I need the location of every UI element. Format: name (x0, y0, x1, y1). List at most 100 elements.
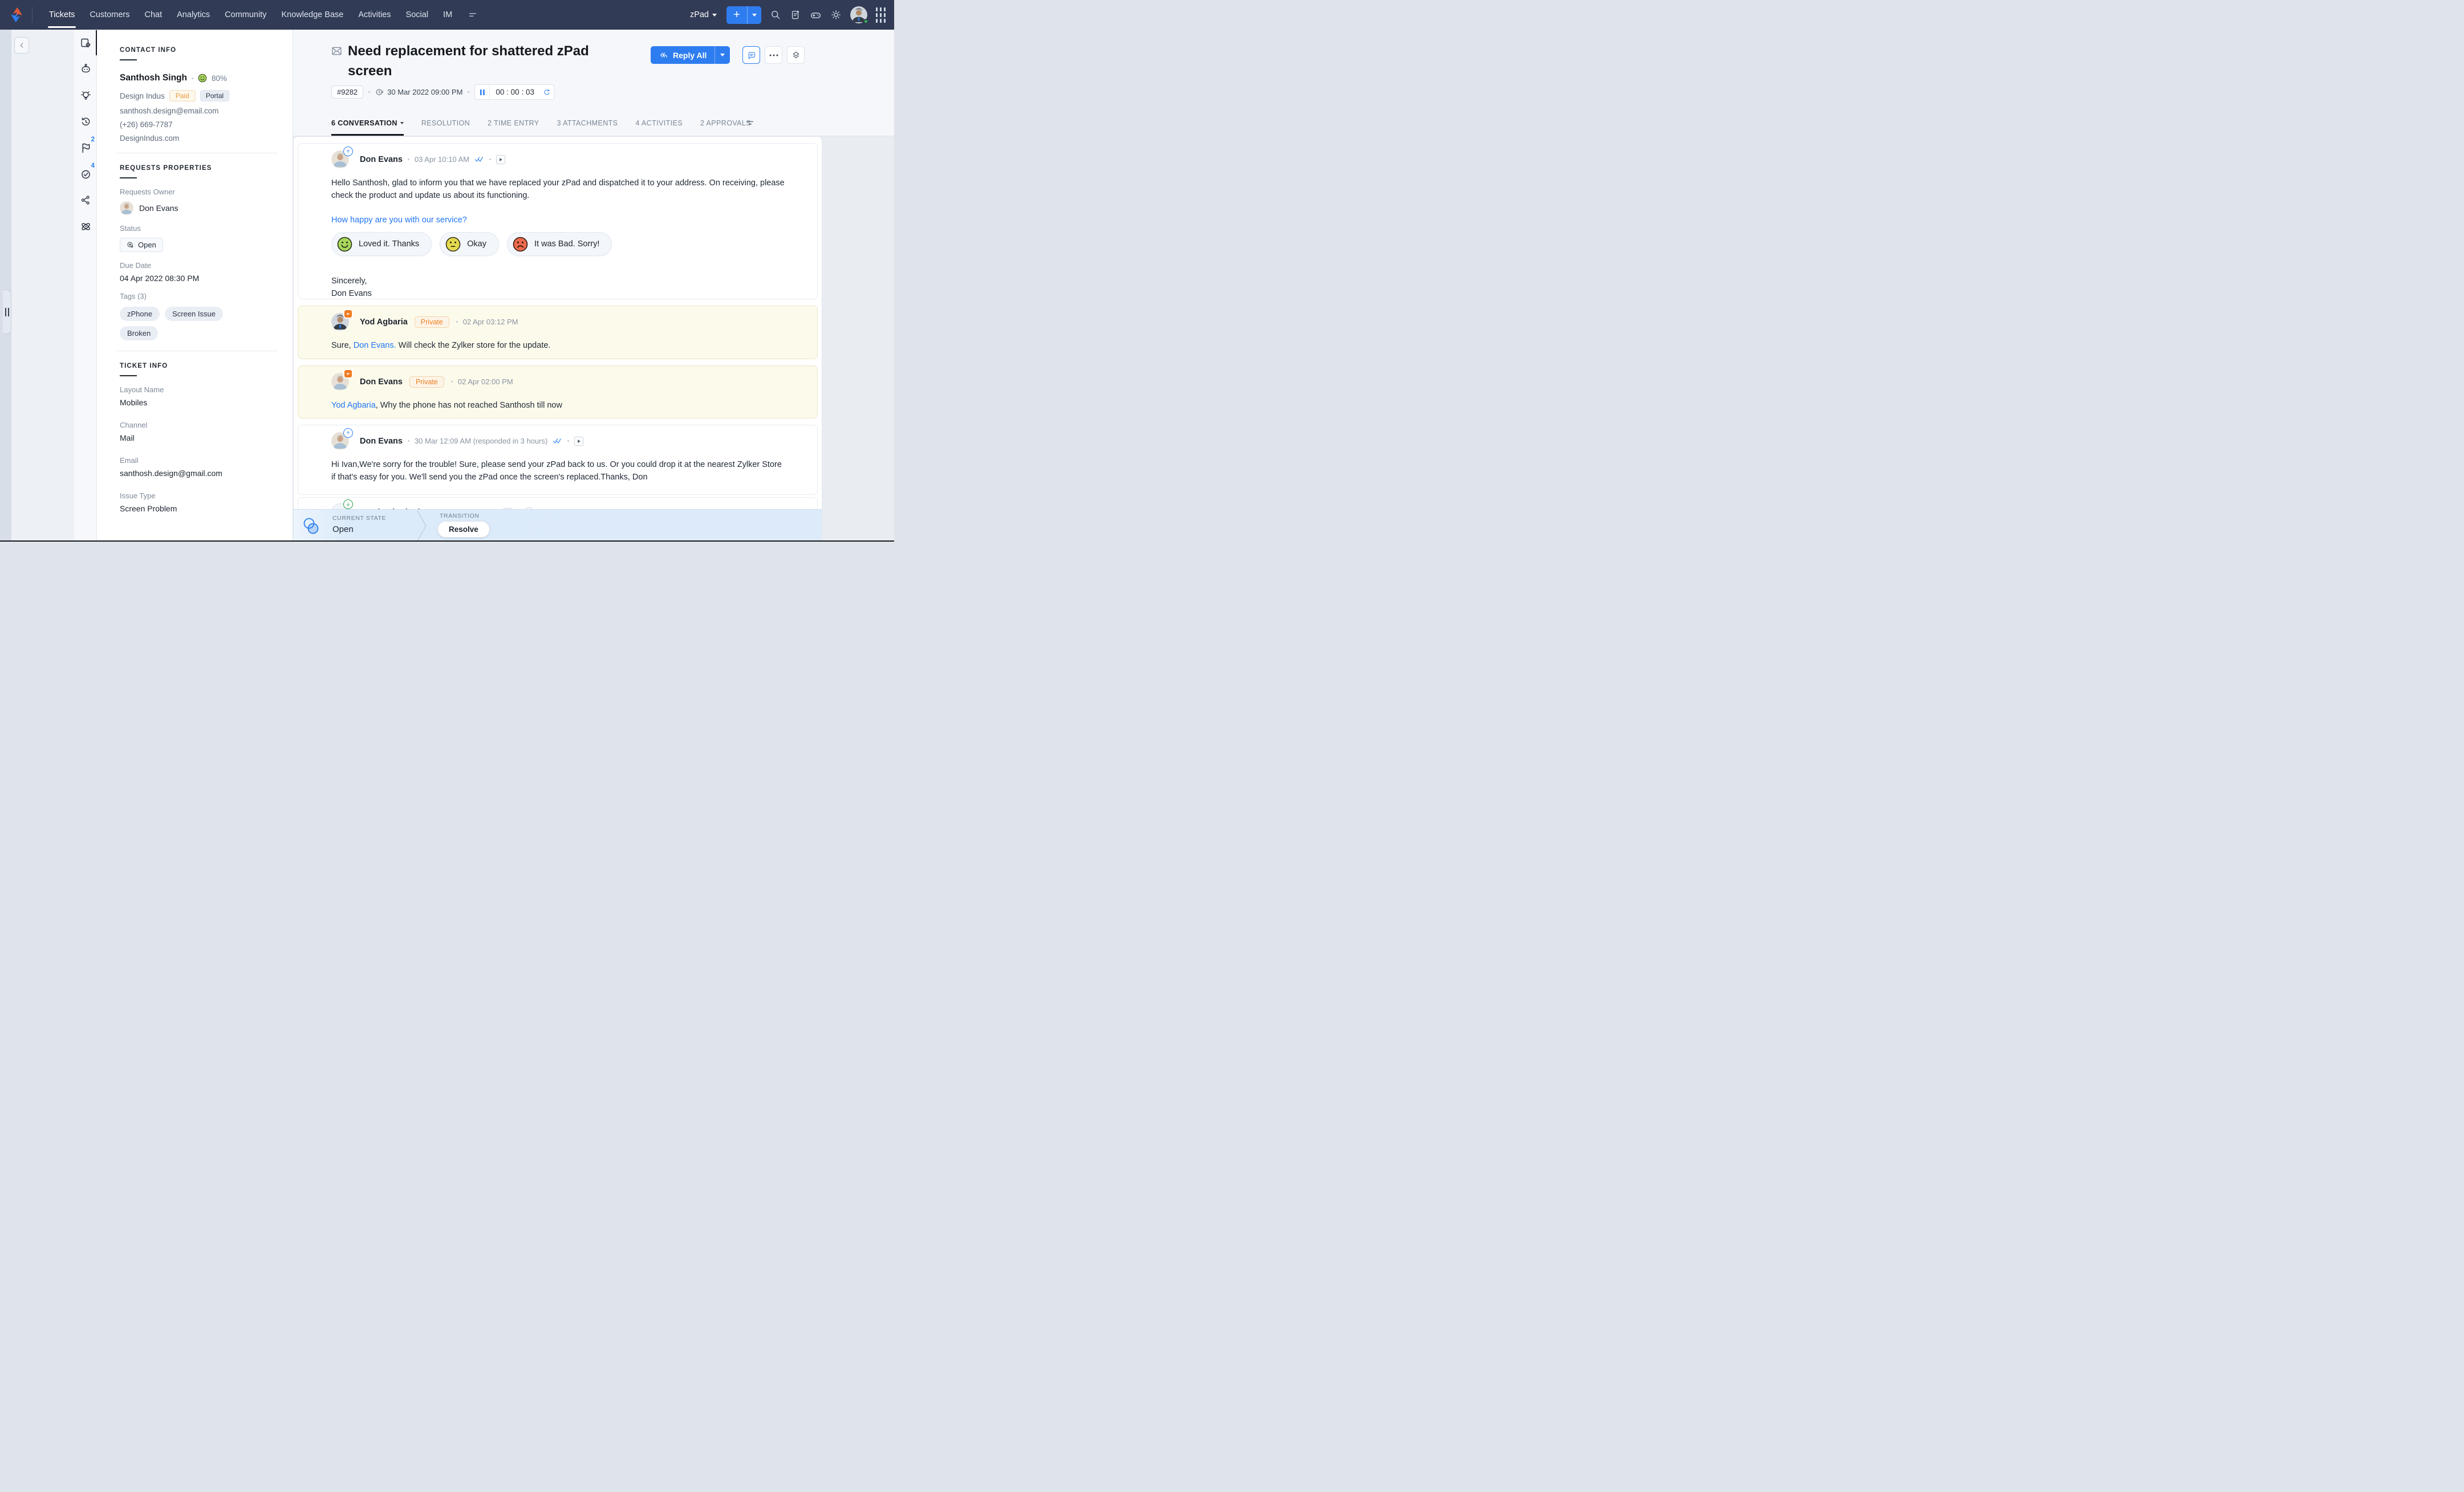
current-state-value: Open (332, 525, 354, 534)
rating-loved-button[interactable]: Loved it. Thanks (331, 232, 432, 256)
tag-pill[interactable]: Broken (120, 326, 158, 340)
nav-item-customers[interactable]: Customers (82, 0, 137, 30)
tab-time-entry[interactable]: 2 TIME ENTRY (488, 119, 539, 136)
brand-logo[interactable] (8, 6, 25, 23)
gamification-icon[interactable] (810, 9, 822, 21)
rail-apps-atom-icon[interactable] (74, 213, 97, 239)
comment-bubble-icon (747, 51, 756, 60)
message-time: 02 Apr 03:12 PM (463, 318, 518, 326)
plus-icon[interactable]: + (726, 6, 747, 24)
flag-count-badge: 2 (91, 136, 95, 143)
created-time-text: 30 Mar 2022 09:00 PM (387, 88, 462, 96)
delivered-checks-icon (553, 437, 562, 445)
resolve-button[interactable]: Resolve (437, 521, 490, 538)
release-notes-icon[interactable] (790, 9, 801, 21)
ticket-id-chip[interactable]: #9282 (331, 86, 363, 99)
left-edge-strip (0, 30, 11, 542)
tab-attachments[interactable]: 3 ATTACHMENTS (557, 119, 618, 136)
rating-label: Loved it. Thanks (359, 239, 419, 249)
split-view-button[interactable] (787, 46, 805, 64)
tab-conversation[interactable]: 6 CONVERSATION (331, 119, 404, 136)
contact-email[interactable]: santhosh.design@email.com (120, 107, 278, 115)
add-new-button[interactable]: + (726, 6, 761, 24)
nav-overflow-icon[interactable] (468, 10, 478, 20)
delivered-checks-icon (474, 156, 484, 163)
reply-all-icon (659, 50, 668, 60)
rail-share-icon[interactable] (74, 187, 97, 213)
message-time: 30 Mar 12:09 AM (responded in 3 hours) (415, 437, 547, 445)
apps-grid-icon[interactable] (876, 7, 886, 23)
more-actions-button[interactable] (765, 46, 782, 64)
rail-ticket-properties-icon[interactable] (74, 30, 97, 56)
timer-pause-button[interactable] (475, 85, 490, 99)
collapsed-list-panel (11, 30, 74, 542)
status-chip[interactable]: Open (120, 238, 163, 252)
nav-item-tickets[interactable]: Tickets (42, 0, 82, 30)
status-value: Open (138, 241, 156, 249)
clock-icon (375, 88, 384, 96)
nav-item-analytics[interactable]: Analytics (169, 0, 217, 30)
avatar-don-evans (331, 373, 349, 391)
reply-options-caret[interactable] (715, 46, 730, 64)
nav-item-community[interactable]: Community (217, 0, 274, 30)
mention-link[interactable]: Yod Agbaria (331, 401, 376, 410)
tab-resolution[interactable]: RESOLUTION (421, 119, 470, 136)
message-author[interactable]: Don Evans (360, 155, 403, 164)
rail-history-icon[interactable] (74, 108, 97, 135)
search-icon[interactable] (770, 9, 781, 21)
nav-item-social[interactable]: Social (399, 0, 436, 30)
conversation-sort-icon[interactable] (745, 118, 755, 128)
reply-all-button[interactable]: Reply All (651, 46, 730, 64)
expand-original-button[interactable] (574, 437, 583, 446)
ticket-timer: 00 : 00 : 03 (474, 84, 554, 100)
message-author[interactable]: Yod Agbaria (360, 318, 408, 327)
email-value[interactable]: santhosh.design@gmail.com (120, 469, 278, 478)
private-badge: Private (415, 316, 449, 328)
paid-badge: Paid (169, 90, 196, 101)
add-new-caret[interactable] (748, 6, 761, 24)
message-body: Hello Santhosh, glad to inform you that … (298, 168, 817, 202)
layout-name-value: Mobiles (120, 398, 278, 407)
contact-name[interactable]: Santhosh Singh (120, 73, 187, 83)
panel-collapse-handle[interactable] (3, 290, 11, 334)
message-author[interactable]: Don Evans (360, 437, 403, 446)
owner-name[interactable]: Don Evans (139, 204, 178, 213)
department-selector[interactable]: zPad (690, 10, 717, 19)
timer-refresh-button[interactable] (540, 85, 554, 99)
avatar-don-evans (331, 151, 349, 168)
owner-label: Requests Owner (120, 188, 278, 196)
rail-approvals-icon[interactable]: 4 (74, 161, 97, 187)
user-avatar[interactable] (850, 6, 867, 23)
tab-activities[interactable]: 4 ACTIVITIES (635, 119, 683, 136)
nav-item-im[interactable]: IM (436, 0, 460, 30)
survey-link[interactable]: How happy are you with our service? (298, 202, 817, 225)
channel-value: Mail (120, 433, 278, 442)
approvals-count-badge: 4 (91, 162, 95, 169)
back-button[interactable] (14, 37, 29, 54)
rail-follow-flag-icon[interactable]: 2 (74, 135, 97, 161)
nav-item-chat[interactable]: Chat (137, 0, 170, 30)
happiness-smiley-icon (198, 74, 207, 83)
note-text: , Why the phone has not reached Santhosh… (376, 401, 562, 410)
rail-zia-bot-icon[interactable] (74, 56, 97, 82)
comment-button[interactable] (742, 46, 760, 64)
avatar-yod-agbaria (331, 313, 349, 331)
settings-gear-icon[interactable] (830, 9, 842, 21)
message-author[interactable]: Don Evans (360, 377, 403, 387)
tab-conversation-label: 6 CONVERSATION (331, 119, 397, 127)
contact-phone[interactable]: (+26) 669-7787 (120, 120, 278, 129)
expand-original-button[interactable] (496, 155, 505, 164)
message-body: Hi Ivan,We're sorry for the trouble! Sur… (298, 450, 817, 483)
ticket-header: Need replacement for shattered zPad scre… (293, 30, 894, 136)
nav-item-activities[interactable]: Activities (351, 0, 398, 30)
tab-approvals[interactable]: 2 APPROVALS (700, 119, 751, 136)
contact-website[interactable]: DesignIndus.com (120, 134, 278, 143)
mention-link[interactable]: Don Evans. (354, 341, 396, 350)
nav-item-knowledge-base[interactable]: Knowledge Base (274, 0, 351, 30)
rail-insights-icon[interactable] (74, 82, 97, 108)
rating-okay-button[interactable]: Okay (440, 232, 499, 256)
contact-company[interactable]: Design Indus (120, 92, 165, 100)
tag-pill[interactable]: zPhone (120, 307, 160, 321)
tag-pill[interactable]: Screen Issue (165, 307, 223, 321)
rating-bad-button[interactable]: It was Bad. Sorry! (507, 232, 612, 256)
